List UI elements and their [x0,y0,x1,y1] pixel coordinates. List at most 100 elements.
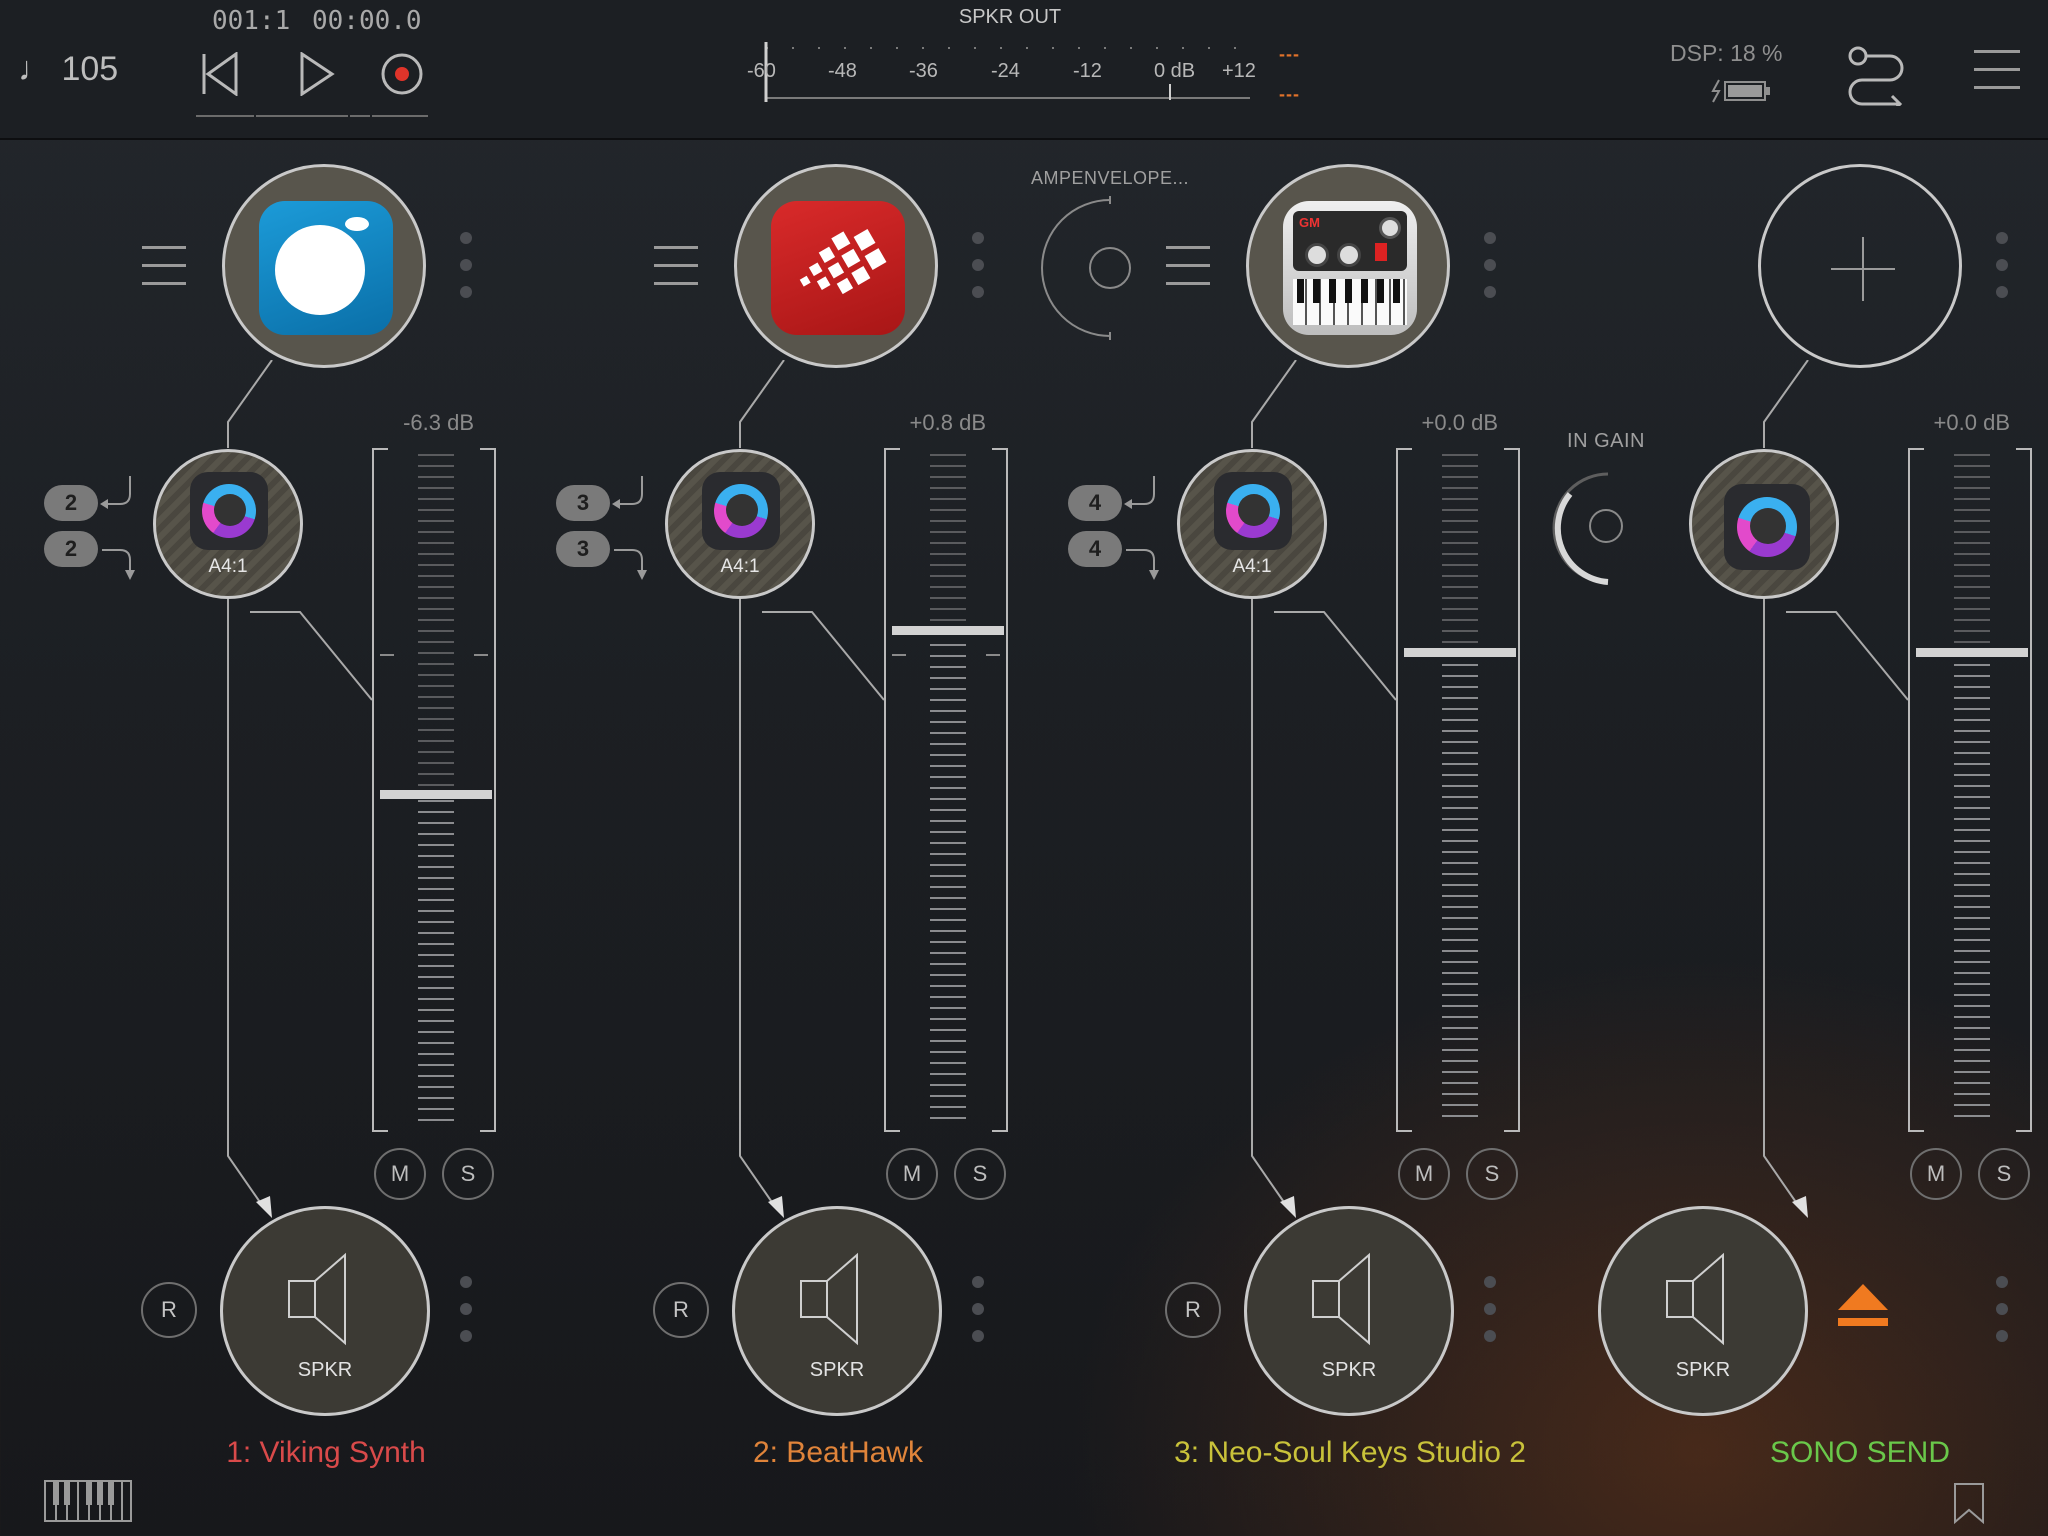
meter-tick-label: +12 [1222,60,1256,82]
channel-3-name[interactable]: 3: Neo-Soul Keys Studio 2 [1140,1436,1560,1470]
meter-tick-label: -36 [909,60,938,82]
channel-3-menu-button[interactable] [1166,246,1210,286]
meter-tick-label: -60 [747,60,776,82]
channel-1-menu-button[interactable] [142,246,186,286]
play-button[interactable] [290,48,342,100]
speaker-icon [1312,1252,1370,1346]
channel-1-output-slot[interactable]: SPKR [220,1206,430,1416]
channel-2-name[interactable]: 2: BeatHawk [628,1436,1048,1470]
channel-4-output-more-icon[interactable] [1996,1276,2008,1357]
fader-handle[interactable] [380,790,492,799]
bookmark-icon [1954,1483,1984,1525]
speaker-icon [1666,1252,1724,1346]
transport-underline [196,115,254,117]
channel-1-more-icon[interactable] [460,232,472,313]
channel-3-route-out[interactable]: 4 [1068,531,1122,567]
channel-1-output-more-icon[interactable] [460,1276,472,1357]
fx-plugin-icon [702,472,780,550]
route-arrows-icon [100,476,135,580]
channel-3-fx-label: A4:1 [1232,556,1272,577]
channel-1-solo-button[interactable]: S [442,1148,494,1200]
channel-2-output-label: SPKR [809,1359,865,1381]
channel-3-mute-button[interactable]: M [1398,1148,1450,1200]
channel-2-mute-button[interactable]: M [886,1148,938,1200]
meter-tick-label: -12 [1073,60,1102,82]
channel-3-more-icon[interactable] [1484,232,1496,313]
fader-handle[interactable] [892,626,1004,635]
beathawk-icon [771,201,905,335]
channel-3-output-more-icon[interactable] [1484,1276,1496,1357]
channel-4-volume-fader[interactable] [1908,448,2032,1132]
channel-4-name[interactable]: SONO SEND [1650,1436,2048,1470]
channel-2-output-slot[interactable]: SPKR [732,1206,942,1416]
rewind-button[interactable] [194,48,246,100]
channel-3-output-slot[interactable]: SPKR [1244,1206,1454,1416]
channel-2-solo-button[interactable]: S [954,1148,1006,1200]
bookmark-button[interactable] [1952,1482,1986,1525]
channel-2-menu-button[interactable] [654,246,698,286]
routing-button[interactable] [1846,44,1906,114]
channel-4-mute-button[interactable]: M [1910,1148,1962,1200]
keyboard-button[interactable] [44,1480,132,1522]
channel-1-fx-label: A4:1 [208,556,248,577]
channel-3-record-button[interactable]: R [1165,1282,1221,1338]
tempo-display[interactable]: ♩ 105 [18,50,118,89]
neo-soul-keys-icon: GM [1283,201,1417,335]
channel-2-route-in[interactable]: 3 [556,485,610,521]
meter-tick-label: 0 dB [1154,60,1196,82]
channel-2-instrument-slot[interactable] [734,164,938,368]
transport-underline [256,115,348,117]
channel-3-route-in[interactable]: 4 [1068,485,1122,521]
channel-3-solo-button[interactable]: S [1466,1148,1518,1200]
channel-1-mute-button[interactable]: M [374,1148,426,1200]
channel-3-instrument-slot[interactable]: GM [1246,164,1450,368]
peak-right: --- [1279,84,1300,104]
channel-4-output-slot[interactable]: SPKR [1598,1206,1808,1416]
channel-2-volume-fader[interactable] [884,448,1008,1132]
fader-handle[interactable] [1916,648,2028,657]
tempo-value: 105 [61,50,119,88]
fx-plugin-icon [1724,484,1810,570]
record-button[interactable] [376,48,428,100]
channel-4-more-icon[interactable] [1996,232,2008,313]
eject-button[interactable] [1836,1282,1890,1332]
channel-2-route-out[interactable]: 3 [556,531,610,567]
speaker-icon [800,1252,858,1346]
channel-1-instrument-slot[interactable] [222,164,426,368]
channel-1-route-in[interactable]: 2 [44,485,98,521]
channel-2-more-icon[interactable] [972,232,984,313]
route-arrows-icon [1124,476,1159,580]
channel-2-output-more-icon[interactable] [972,1276,984,1357]
output-meter-title: SPKR OUT [958,6,1062,28]
note-icon: ♩ [18,50,52,88]
amp-envelope-label: AMPENVELOPE... [1030,168,1190,188]
channel-4-gain-readout: +0.0 dB [1933,410,2010,435]
channel-1-route-out[interactable]: 2 [44,531,98,567]
play-icon [300,52,335,96]
meter-tick-label: -48 [828,60,857,82]
skip-back-icon [202,52,238,96]
transport-underline [372,115,428,117]
in-gain-knob[interactable] [1544,466,1654,590]
channel-4-add-instrument-slot[interactable] [1758,164,1962,368]
channel-3-volume-fader[interactable] [1396,448,1520,1132]
channel-2-fx-label: A4:1 [720,556,760,577]
routing-icon [1848,46,1904,114]
main-menu-button[interactable] [1974,50,2020,96]
fader-handle[interactable] [1404,648,1516,657]
channel-1-volume-fader[interactable] [372,448,496,1132]
amp-envelope-knob[interactable] [1040,196,1170,346]
fx-plugin-icon [190,472,268,550]
transport-underline [350,115,370,117]
menu-icon [1974,50,2020,90]
route-arrows-icon [612,476,647,580]
channel-1-fx-slot[interactable]: A4:1 [153,449,303,599]
channel-2-fx-slot[interactable]: A4:1 [665,449,815,599]
channel-1-name[interactable]: 1: Viking Synth [116,1436,536,1470]
channel-1-record-button[interactable]: R [141,1282,197,1338]
channel-2-record-button[interactable]: R [653,1282,709,1338]
channel-4-solo-button[interactable]: S [1978,1148,2030,1200]
channel-3-fx-slot[interactable]: A4:1 [1177,449,1327,599]
channel-4-output-label: SPKR [1675,1359,1731,1381]
channel-4-fx-slot[interactable] [1689,449,1839,599]
